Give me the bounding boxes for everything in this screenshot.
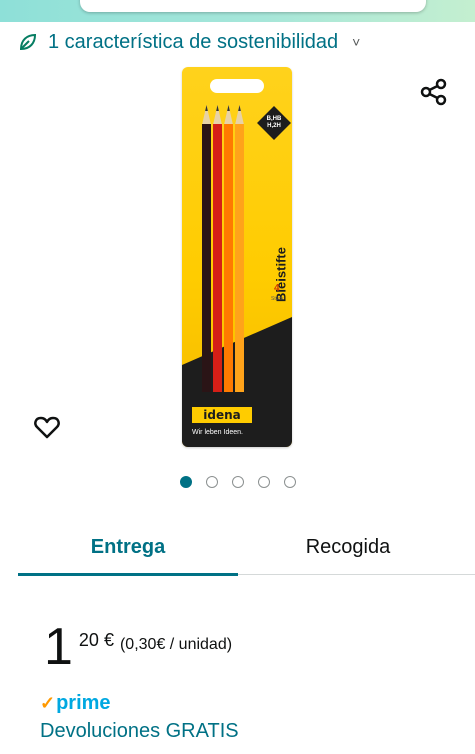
pencil-tip [213, 105, 222, 125]
share-button[interactable] [420, 78, 448, 106]
pencil-tip [202, 105, 211, 125]
heart-icon [34, 416, 60, 439]
product-image[interactable]: B,HB H,2H Bleistifte 4 Stück idena Wir l… [182, 67, 292, 447]
tab-entrega[interactable]: Entrega [18, 520, 238, 576]
pencil [235, 124, 244, 392]
carousel-dot[interactable] [284, 476, 296, 488]
prime-check-icon: ✓ [40, 693, 56, 713]
pencil [224, 124, 233, 392]
free-returns-link[interactable]: Devoluciones GRATIS [40, 720, 239, 743]
carousel-dot[interactable] [206, 476, 218, 488]
pencil-tip [235, 105, 244, 125]
pencil-tip [224, 105, 233, 125]
carousel-dot-active[interactable] [180, 476, 192, 488]
badge-line: H,2H [267, 123, 281, 129]
pack-count-unit: Stück [271, 296, 284, 302]
wishlist-button[interactable] [33, 413, 61, 441]
image-carousel-indicator [180, 476, 296, 488]
header-bar [0, 0, 475, 22]
tab-recogida[interactable]: Recogida [238, 520, 458, 575]
pack-count: 4 [274, 283, 280, 294]
price-block: 1 20 € (0,30€ / unidad) [44, 618, 233, 676]
pencil [202, 124, 211, 392]
hardness-badge-text: B,HB H,2H [262, 116, 286, 130]
search-bar[interactable] [80, 0, 426, 12]
brand-tagline: Wir leben Ideen. [192, 429, 243, 436]
chevron-down-icon: ˅ [352, 34, 361, 50]
share-icon [420, 78, 447, 106]
prime-badge: ✓ prime [40, 692, 111, 715]
price-fraction: 20 € [78, 630, 114, 650]
brand-logo: idena [192, 407, 252, 423]
leaf-icon [19, 33, 37, 51]
prime-label: prime [56, 692, 111, 714]
hang-hole [210, 79, 264, 93]
vertical-label-text: Bleistifte [273, 247, 289, 302]
product-vertical-label: Bleistifte [271, 217, 289, 337]
badge-line: B,HB [266, 116, 282, 122]
carousel-dot[interactable] [258, 476, 270, 488]
pencil [213, 124, 222, 392]
sustainability-label: 1 característica de sostenibilidad [48, 30, 339, 53]
price-whole: 1 [44, 618, 73, 676]
delivery-tabs: Entrega Recogida [18, 520, 475, 576]
carousel-dot[interactable] [232, 476, 244, 488]
unit-price: (0,30€ / unidad) [119, 636, 233, 653]
sustainability-link[interactable]: 1 característica de sostenibilidad ˅ [18, 28, 360, 56]
